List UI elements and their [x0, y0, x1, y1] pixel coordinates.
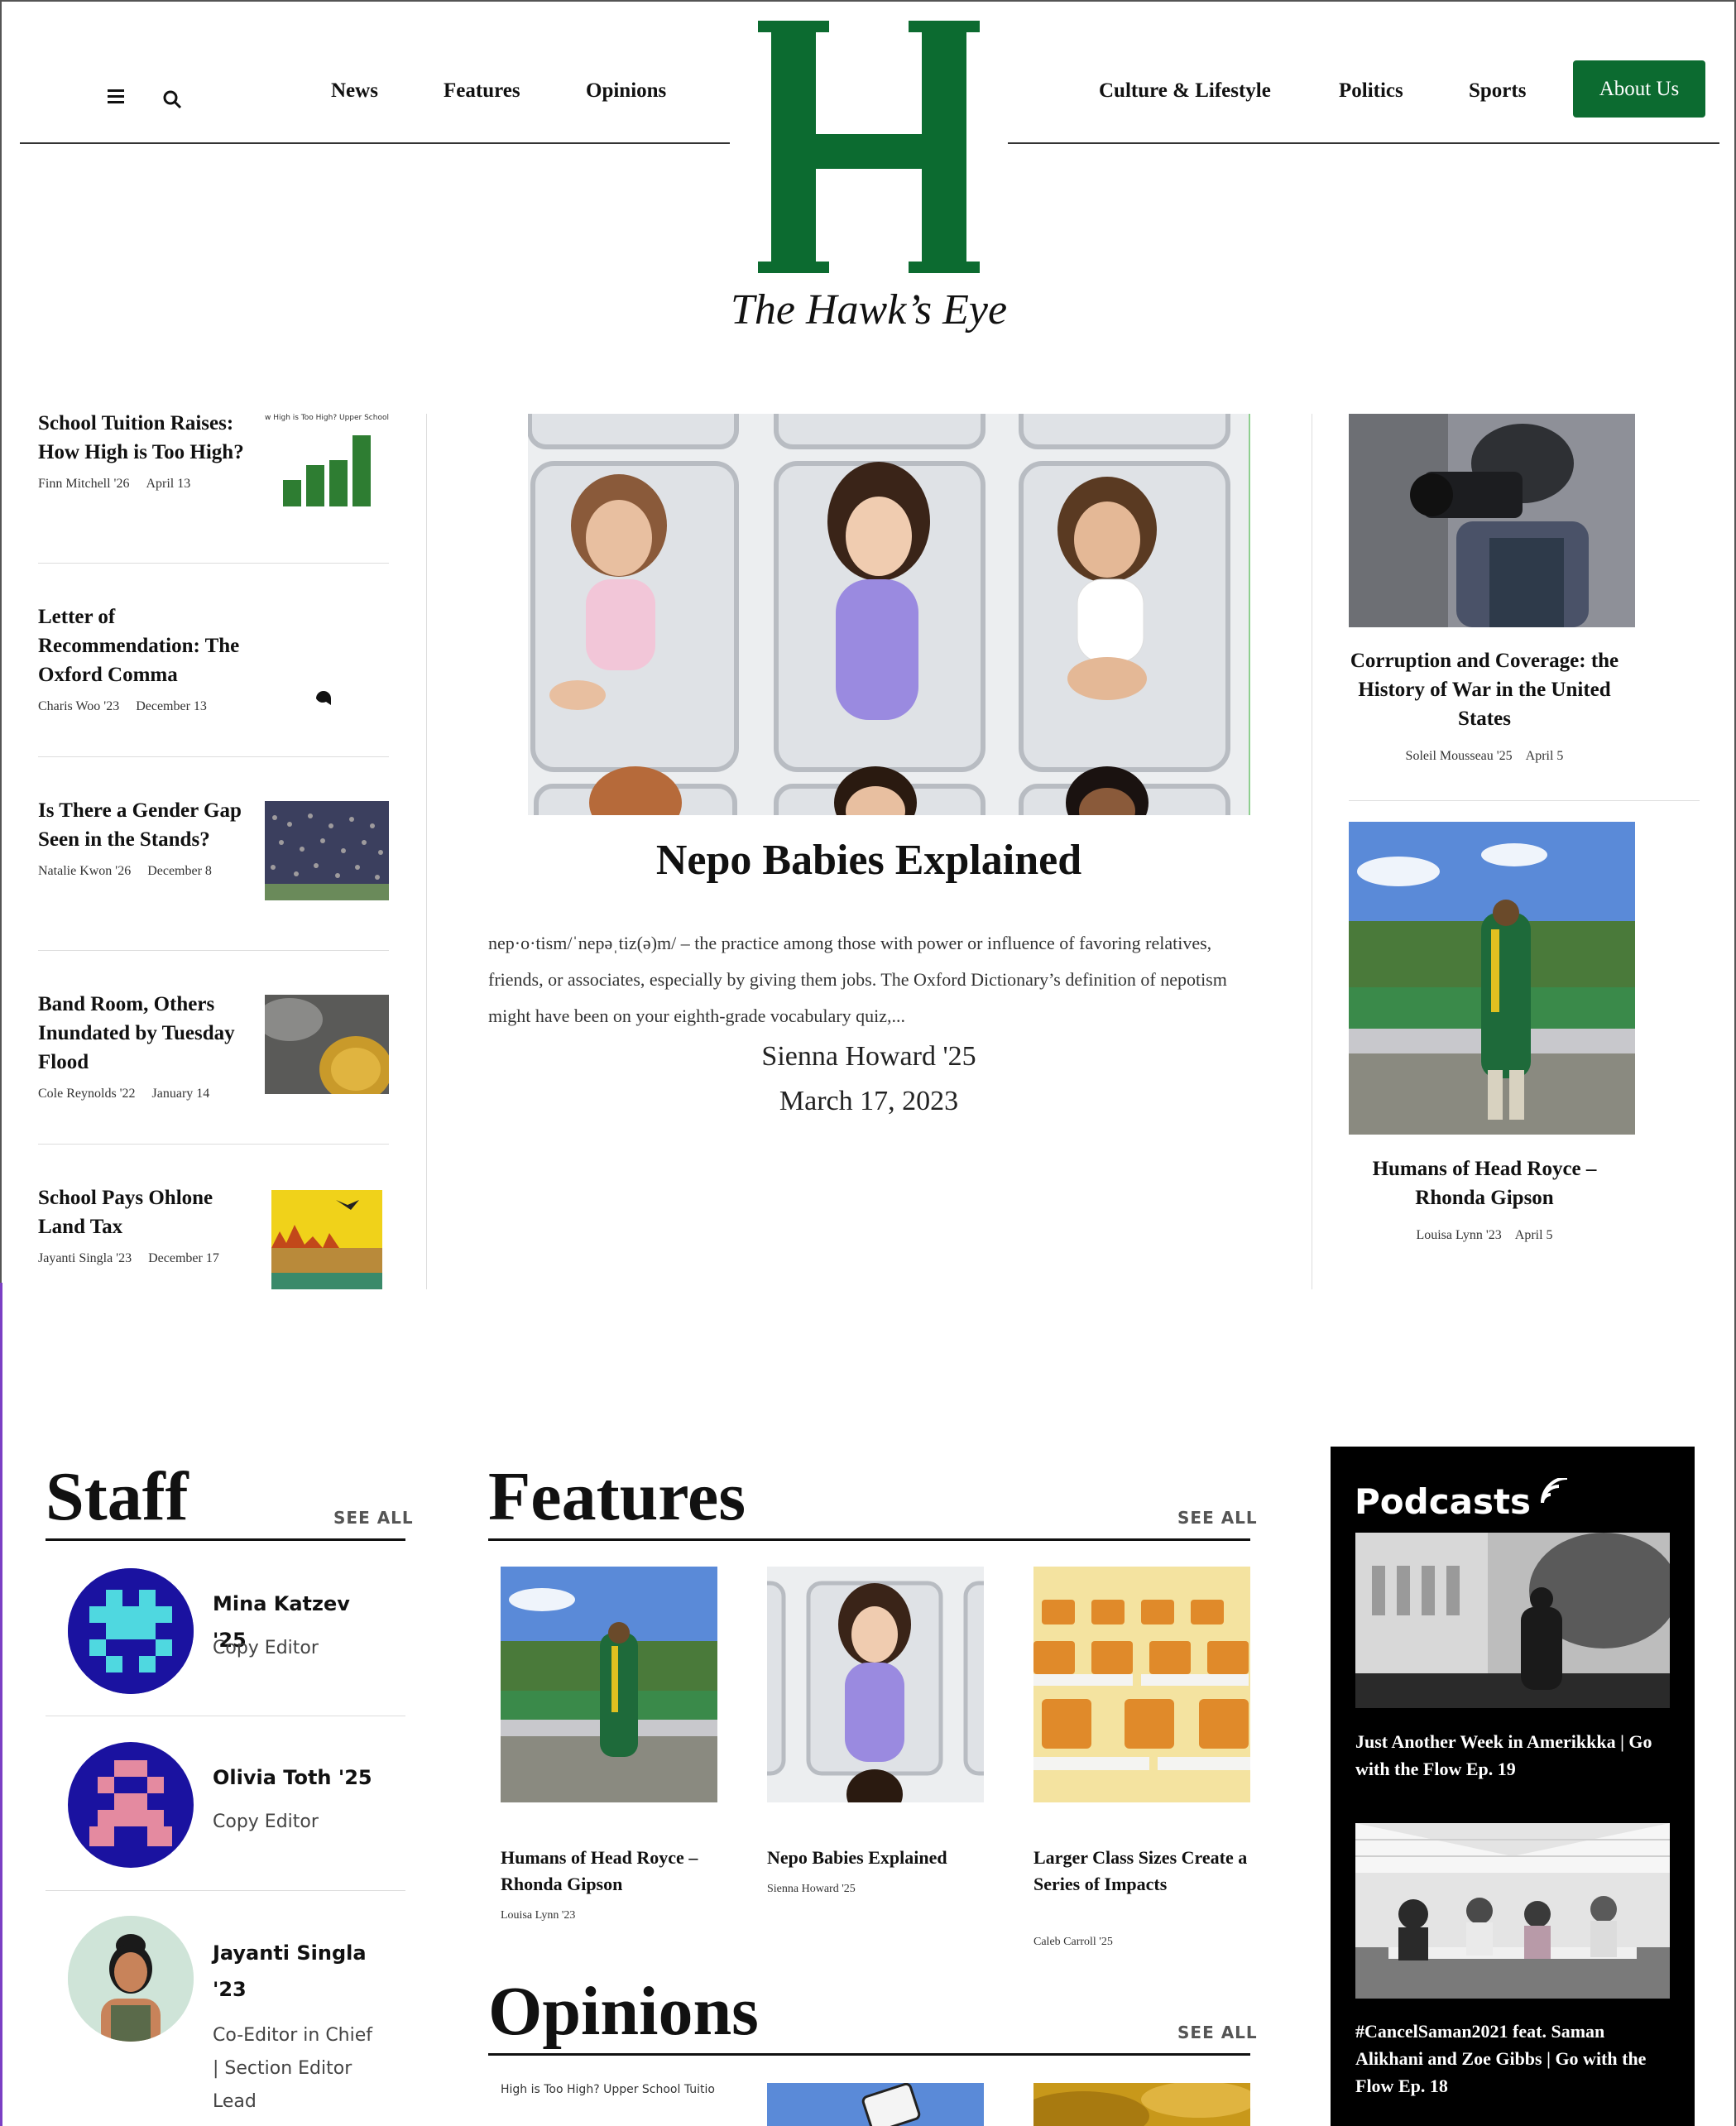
nav-features[interactable]: Features: [444, 79, 520, 103]
comma-thumbnail[interactable]: [314, 690, 333, 707]
podcast-title[interactable]: #CancelSaman2021 feat. Saman Alikhani an…: [1355, 2018, 1670, 2100]
podcasts-heading: Podcasts: [1355, 1481, 1532, 1522]
avatar[interactable]: [68, 1742, 194, 1868]
hero-excerpt: nep·o·tism/ˈnepəˌtiz(ə)m/ – the practice…: [488, 933, 1227, 1026]
tagline: The Hawk’s Eye: [730, 286, 1008, 334]
podcast-image[interactable]: [1355, 1533, 1670, 1708]
divider: [46, 1890, 405, 1891]
article-card[interactable]: Is There a Gender Gap Seen in the Stands…: [38, 796, 389, 900]
hero-image[interactable]: [528, 414, 1250, 815]
header-rule-left: [20, 142, 730, 144]
divider: [38, 1144, 389, 1145]
opinion-thumbnail[interactable]: [1033, 2083, 1250, 2126]
staff-rule: [46, 1538, 405, 1541]
avatar[interactable]: [68, 1916, 194, 2042]
about-us-button[interactable]: About Us: [1573, 60, 1705, 118]
opinion-thumbnail[interactable]: High is Too High? Upper School Tuitio: [501, 2083, 717, 2126]
article-meta: Charis Woo '23 December 13: [38, 699, 207, 713]
article-card[interactable]: Letter of Recommendation: The Oxford Com…: [38, 602, 389, 714]
staff-role: Copy Editor: [213, 1812, 319, 1832]
divider: [38, 950, 389, 951]
nav-sports[interactable]: Sports: [1469, 79, 1526, 103]
logo[interactable]: [745, 8, 993, 286]
flood-photo-thumbnail[interactable]: [257, 995, 392, 1102]
nav-opinions[interactable]: Opinions: [586, 79, 666, 103]
article-card[interactable]: School Tuition Raises: How High is Too H…: [38, 409, 389, 506]
column-divider-left: [426, 414, 427, 1289]
hero-date: March 17, 2023: [779, 1086, 959, 1116]
features-rule: [488, 1538, 1250, 1541]
opinions-heading: Opinions: [488, 1973, 759, 2050]
tuition-chart-thumbnail[interactable]: w High is Too High? Upper School Tuitio: [265, 414, 389, 513]
divider: [38, 563, 389, 564]
article-title[interactable]: School Pays Ohlone Land Tax: [38, 1183, 253, 1241]
menu-icon[interactable]: [108, 89, 124, 104]
war-photographer-image[interactable]: [1349, 414, 1635, 627]
article-title[interactable]: Band Room, Others Inundated by Tuesday F…: [38, 990, 253, 1077]
article-title[interactable]: Letter of Recommendation: The Oxford Com…: [38, 602, 253, 689]
search-icon[interactable]: [162, 89, 182, 109]
staff-name[interactable]: Olivia Toth '25: [213, 1759, 378, 1796]
article-title[interactable]: Humans of Head Royce – Rhonda Gipson: [1336, 1154, 1633, 1212]
opinions-rule: [488, 2053, 1250, 2056]
opinions-see-all-link[interactable]: SEE ALL: [1177, 2023, 1258, 2042]
feature-author: Louisa Lynn '23: [501, 1909, 576, 1922]
staff-see-all-link[interactable]: SEE ALL: [333, 1508, 414, 1528]
avatar[interactable]: [68, 1568, 194, 1694]
hero-author[interactable]: Sienna Howard '25: [488, 1041, 1249, 1073]
divider: [1349, 800, 1700, 801]
hero-title[interactable]: Nepo Babies Explained: [488, 836, 1249, 885]
nav-culture-lifestyle[interactable]: Culture & Lifestyle: [1099, 79, 1271, 103]
land-tax-art-thumbnail[interactable]: [271, 1190, 382, 1289]
article-title[interactable]: Is There a Gender Gap Seen in the Stands…: [38, 796, 253, 854]
podcast-image[interactable]: [1355, 1823, 1670, 1999]
podcast-signal-icon: [1539, 1476, 1575, 1506]
stands-photo-thumbnail[interactable]: [265, 801, 389, 900]
feature-author: Sienna Howard '25: [767, 1883, 856, 1895]
staff-role: Copy Editor: [213, 1638, 319, 1658]
feature-title[interactable]: Humans of Head Royce – Rhonda Gipson: [501, 1845, 717, 1898]
article-meta: Soleil Mousseau '25 April 5: [1405, 749, 1564, 763]
podcast-title[interactable]: Just Another Week in Amerikkka | Go with…: [1355, 1728, 1670, 1783]
features-see-all-link[interactable]: SEE ALL: [1177, 1508, 1258, 1528]
nav-news[interactable]: News: [331, 79, 378, 103]
feature-image[interactable]: [767, 1567, 984, 1802]
staff-heading: Staff: [46, 1458, 189, 1535]
rhonda-gipson-image[interactable]: [1349, 822, 1635, 1135]
article-card[interactable]: Band Room, Others Inundated by Tuesday F…: [38, 990, 392, 1102]
article-card[interactable]: School Pays Ohlone Land Tax Jayanti Sing…: [38, 1183, 389, 1289]
page-accent-bar: [0, 1283, 2, 2126]
divider: [38, 756, 389, 757]
features-heading: Features: [488, 1458, 746, 1535]
article-meta: Louisa Lynn '23 April 5: [1416, 1228, 1553, 1242]
staff-role: Co-Editor in Chief | Section Editor Lead: [213, 2025, 373, 2112]
feature-title[interactable]: Larger Class Sizes Create a Series of Im…: [1033, 1845, 1250, 1898]
header-rule-right: [1008, 142, 1719, 144]
feature-author: Caleb Carroll '25: [1033, 1936, 1113, 1948]
article-title[interactable]: Corruption and Coverage: the History of …: [1336, 646, 1633, 733]
nav-politics[interactable]: Politics: [1339, 79, 1403, 103]
article-title[interactable]: School Tuition Raises: How High is Too H…: [38, 409, 253, 467]
staff-name[interactable]: Jayanti Singla '23: [213, 1935, 378, 2008]
opinion-thumbnail[interactable]: [767, 2083, 984, 2126]
feature-image[interactable]: [1033, 1567, 1250, 1802]
feature-title[interactable]: Nepo Babies Explained: [767, 1845, 984, 1871]
feature-image[interactable]: [501, 1567, 717, 1802]
